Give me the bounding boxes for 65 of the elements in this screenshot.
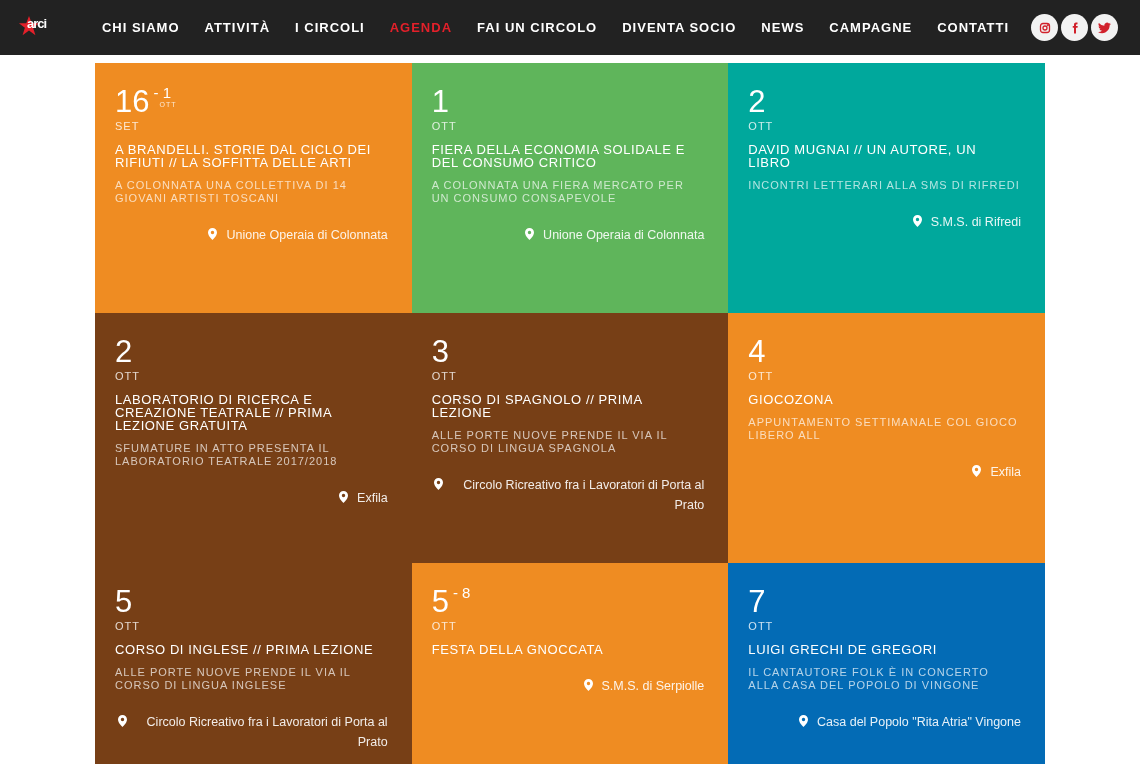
nav-link[interactable]: ATTIVITÀ [204,17,271,38]
map-pin-icon [339,491,349,503]
event-location: Unione Operaia di Colonnata [543,227,705,244]
event-month: OTT [115,619,140,633]
nav-link[interactable]: CAMPAGNE [829,17,913,38]
event-location: S.M.S. di Serpiolle [601,678,705,695]
event-day: 4 [748,335,766,369]
map-pin-icon [208,228,218,240]
nav-link[interactable]: CHI SIAMO [101,17,180,38]
event-month: OTT [748,619,774,633]
event-title[interactable]: CORSO DI INGLESE // PRIMA LEZIONE [115,643,388,656]
event-description: INCONTRI LETTERARI ALLA SMS DI RIFREDI [748,179,1021,192]
twitter-icon[interactable] [1091,14,1118,41]
event-day: 16 [115,85,150,119]
event-month: OTT [748,119,774,133]
facebook-icon[interactable] [1061,14,1088,41]
map-pin-icon [583,679,593,691]
event-title[interactable]: LABORATORIO DI RICERCA E CREAZIONE TEATRALE // PRIMA LEZIONE GRATUITA [115,393,388,432]
event-description: ALLE PORTE NUOVE PRENDE IL VIA IL CORSO DI LINGUA SPAGNOLA [431,429,669,455]
nav-link[interactable]: DIVENTA SOCIO [622,17,737,38]
event-location: Unione Operaia di Colonnata [226,227,388,244]
event-end-day: - 1 [153,85,177,101]
event-month: OTT [431,619,457,633]
event-location: Exfila [990,464,1021,481]
event-location: Exfila [357,490,388,507]
map-pin-icon [799,715,809,727]
event-location: S.M.S. di Rifredi [930,214,1021,231]
event-day: 5 [431,585,449,619]
nav-link[interactable]: I CIRCOLI [295,17,365,38]
nav-link[interactable]: FAI UN CIRCOLO [477,17,598,38]
event-location: Casa del Popolo "Rita Atria" Vingone [817,714,1021,731]
event-description: APPUNTAMENTO SETTIMANALE COL GIOCO LIBERO ALL [748,416,1019,442]
event-day: 1 [431,85,449,119]
event-day: 2 [748,85,766,119]
event-description: IL CANTAUTORE FOLK È IN CONCERTO ALLA CASA DEL POPOLO DI VINGONE [748,666,990,692]
event-title[interactable]: CORSO DI SPAGNOLO // PRIMA LEZIONE [431,393,705,419]
map-pin-icon [972,465,982,477]
event-card[interactable]: 7 OTT LUIGI GRECHI DE GREGORI IL CANTAUTORE FOLK È IN CONCERTO ALLA CASA DEL POPOLO DI VINGONE Casa del Popolo "Rita Atria" Vingone [728,563,1045,764]
event-description: A COLONNATA UNA COLLETTIVA DI 14 GIOVANI ARTISTI TOSCANI [115,179,348,205]
event-description: SFUMATURE IN ATTO PRESENTA IL LABORATORIO TEATRALE 2017/2018 [115,442,339,468]
map-pin-icon [117,715,127,727]
event-day: 5 [115,585,133,619]
event-end-day: - 8 [452,585,471,601]
event-description: ALLE PORTE NUOVE PRENDE IL VIA IL CORSO DI LINGUA INGLESE [115,666,352,692]
event-card[interactable]: 3 OTT CORSO DI SPAGNOLO // PRIMA LEZIONE ALLE PORTE NUOVE PRENDE IL VIA IL CORSO DI LINGUA SPAGNOLA Circolo Ricreativo fra i Lavoratori di Porta al Prato [411,313,729,563]
nav-link[interactable]: CONTATTI [937,17,1009,38]
event-month: OTT [431,369,457,383]
event-month: SET [115,119,140,133]
map-pin-icon [525,228,535,240]
event-card[interactable]: 2 OTT LABORATORIO DI RICERCA E CREAZIONE TEATRALE // PRIMA LEZIONE GRATUITA SFUMATURE IN ATTO PRESENTA IL LABORATORIO TEATRALE 2017/2018 Exfila [95,313,412,563]
event-day: 2 [115,335,133,369]
event-month: OTT [115,369,140,383]
map-pin-icon [434,478,444,490]
event-location: Circolo Ricreativo fra i Lavoratori di Porta al Prato [462,477,705,514]
event-day: 3 [431,335,449,369]
instagram-icon[interactable] [1031,14,1058,41]
nav-link[interactable]: NEWS [761,17,805,38]
event-month: OTT [748,369,774,383]
event-description: A COLONNATA UNA FIERA MERCATO PER UN CONSUMO CONSAPEVOLE [431,179,685,205]
event-title[interactable]: LUIGI GRECHI DE GREGORI [748,643,1021,656]
event-month: OTT [431,119,457,133]
event-day: 7 [748,585,766,619]
event-location: Circolo Ricreativo fra i Lavoratori di Porta al Prato [145,714,388,751]
event-card[interactable]: 5 OTT CORSO DI INGLESE // PRIMA LEZIONE ALLE PORTE NUOVE PRENDE IL VIA IL CORSO DI LINGUA INGLESE Circolo Ricreativo fra i Lavoratori di Porta al Prato [95,563,412,764]
map-pin-icon [912,215,922,227]
